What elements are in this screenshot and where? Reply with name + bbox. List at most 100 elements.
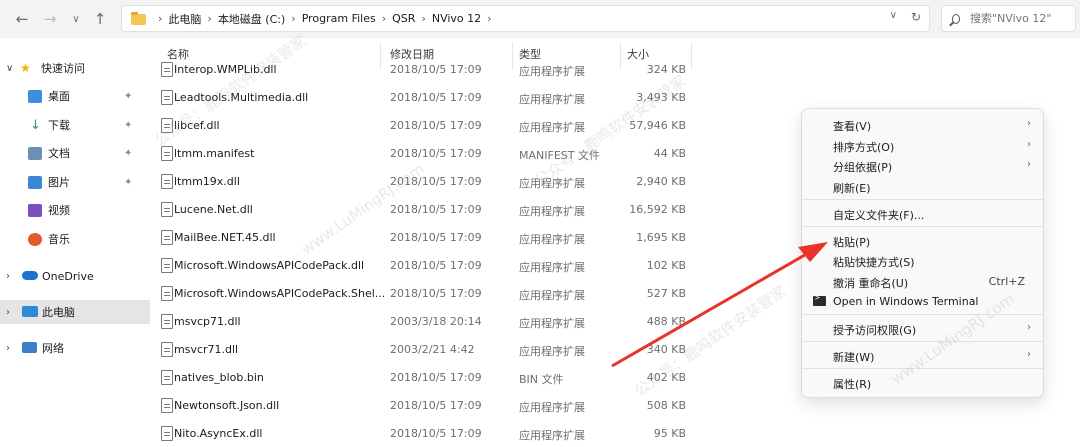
menu-item-label: 属性(R) <box>833 378 872 391</box>
chevron-down-icon[interactable]: ∨ <box>6 63 13 74</box>
file-size: 2,940 KB <box>636 175 686 188</box>
file-row[interactable]: Interop.WMPLib.dll 2018/10/5 17:09 应用程序扩展 3… <box>150 56 750 84</box>
search-box[interactable] <box>941 5 1076 32</box>
file-type: MANIFEST 文件 <box>519 149 600 162</box>
file-row[interactable]: Leadtools.Multimedia.dll 2018/10/5 17:09 应… <box>150 84 750 112</box>
file-row[interactable]: Newtonsoft.Json.dll 2018/10/5 17:09 应用程序扩展… <box>150 392 750 420</box>
file-row[interactable]: libcef.dll 2018/10/5 17:09 应用程序扩展 57,946 KB <box>150 112 750 140</box>
file-type: 应用程序扩展 <box>519 261 585 274</box>
file-type: 应用程序扩展 <box>519 121 585 134</box>
file-size: 488 KB <box>646 315 686 328</box>
address-dropdown-icon[interactable]: ∨ <box>890 10 897 24</box>
sidebar-item-quick-access[interactable]: ∨ ★ 快速访问 <box>0 56 150 80</box>
menu-item-label: 粘贴快捷方式(S) <box>833 256 915 269</box>
file-row[interactable]: msvcp71.dll 2003/3/18 20:14 应用程序扩展 488 KB <box>150 308 750 336</box>
menu-item-properties[interactable]: 属性(R) <box>806 372 1039 393</box>
file-row[interactable]: Microsoft.WindowsAPICodePack.dll 2018/10/… <box>150 252 750 280</box>
file-row[interactable]: natives_blob.bin 2018/10/5 17:09 BIN 文件 402… <box>150 364 750 392</box>
sidebar-item-pictures[interactable]: 图片 ✦ <box>0 170 150 194</box>
menu-item-paste-shortcut[interactable]: 粘贴快捷方式(S) <box>806 250 1039 271</box>
sidebar-item-label: 下载 <box>48 119 70 132</box>
sidebar-item-downloads[interactable]: ↓ 下载 ✦ <box>0 113 150 137</box>
file-icon <box>161 342 173 357</box>
file-icon <box>161 258 173 273</box>
file-date: 2018/10/5 17:09 <box>390 259 482 272</box>
breadcrumb-separator-icon[interactable]: › <box>291 12 295 25</box>
sidebar-item-onedrive[interactable]: › OneDrive <box>0 264 150 288</box>
search-input[interactable] <box>970 12 1075 25</box>
sidebar-item-music[interactable]: 音乐 <box>0 227 150 251</box>
menu-item-view[interactable]: 查看(V) › <box>806 114 1039 135</box>
sidebar-item-desktop[interactable]: 桌面 ✦ <box>0 84 150 108</box>
file-size: 3,493 KB <box>636 91 686 104</box>
file-row[interactable]: MailBee.NET.45.dll 2018/10/5 17:09 应用程序扩展 1… <box>150 224 750 252</box>
file-type: BIN 文件 <box>519 373 564 386</box>
menu-item-label: 排序方式(O) <box>833 141 895 154</box>
breadcrumb-item[interactable]: 此电脑 <box>168 11 201 27</box>
forward-button[interactable]: → <box>40 9 60 29</box>
file-size: 324 KB <box>646 63 686 76</box>
file-row[interactable]: ltmm.manifest 2018/10/5 17:09 MANIFEST 文件 4… <box>150 140 750 168</box>
address-bar[interactable]: › 此电脑 › 本地磁盘 (C:) › Program Files › QSR › NVivo 1… <box>121 5 930 32</box>
file-date: 2018/10/5 17:09 <box>390 175 482 188</box>
sidebar-item-network[interactable]: › 网络 <box>0 336 150 360</box>
file-row[interactable]: Nito.AsyncEx.dll 2018/10/5 17:09 应用程序扩展 95 … <box>150 420 750 447</box>
file-icon <box>161 90 173 105</box>
breadcrumb-item[interactable]: QSR <box>392 12 415 25</box>
sidebar-item-label: 图片 <box>48 176 70 189</box>
menu-item-label: 粘贴(P) <box>833 236 871 249</box>
breadcrumb-item[interactable]: Program Files <box>302 12 376 25</box>
file-name: Interop.WMPLib.dll <box>174 63 277 76</box>
file-name: Microsoft.WindowsAPICodePack.dll <box>174 259 365 272</box>
file-row[interactable]: ltmm19x.dll 2018/10/5 17:09 应用程序扩展 2,940 KB <box>150 168 750 196</box>
sidebar-item-videos[interactable]: 视频 <box>0 198 150 222</box>
address-toolbar: ← → ∨ ↑ › 此电脑 › 本地磁盘 (C:) › Program Files › QSR… <box>0 0 1080 38</box>
menu-item-new[interactable]: 新建(W) › <box>806 345 1039 366</box>
breadcrumb-separator-icon[interactable]: › <box>382 12 386 25</box>
file-date: 2018/10/5 17:09 <box>390 147 482 160</box>
file-date: 2018/10/5 17:09 <box>390 371 482 384</box>
star-icon: ★ <box>20 61 31 75</box>
menu-item-paste[interactable]: 粘贴(P) <box>806 230 1039 251</box>
file-row[interactable]: Microsoft.WindowsAPICodePack.Shel... 2018… <box>150 280 750 308</box>
breadcrumb-separator-icon[interactable]: › <box>421 12 425 25</box>
menu-item-label: 新建(W) <box>833 351 875 364</box>
menu-item-sort-by[interactable]: 排序方式(O) › <box>806 135 1039 156</box>
menu-item-refresh[interactable]: 刷新(E) <box>806 176 1039 197</box>
breadcrumb-item[interactable]: NVivo 12 <box>432 12 481 25</box>
breadcrumb-separator-icon[interactable]: › <box>487 12 491 25</box>
breadcrumb-separator-icon[interactable]: › <box>158 12 162 25</box>
file-type: 应用程序扩展 <box>519 401 585 414</box>
chevron-down-icon: ∨ <box>72 13 80 25</box>
pin-icon: ✦ <box>124 176 133 188</box>
menu-item-label: 撤消 重命名(U) <box>833 277 909 290</box>
chevron-right-icon: › <box>1027 118 1031 129</box>
menu-item-label: 分组依据(P) <box>833 161 893 174</box>
chevron-right-icon[interactable]: › <box>6 307 10 318</box>
menu-item-open-terminal[interactable]: Open in Windows Terminal <box>806 291 1039 312</box>
file-size: 402 KB <box>646 371 686 384</box>
menu-item-group-by[interactable]: 分组依据(P) › <box>806 155 1039 176</box>
recent-locations-button[interactable]: ∨ <box>66 9 86 29</box>
breadcrumb-separator-icon[interactable]: › <box>207 12 211 25</box>
up-button[interactable]: ↑ <box>90 9 110 29</box>
menu-item-give-access[interactable]: 授予访问权限(G) › <box>806 318 1039 339</box>
file-row[interactable]: msvcr71.dll 2003/2/21 4:42 应用程序扩展 340 KB <box>150 336 750 364</box>
back-button[interactable]: ← <box>12 9 32 29</box>
menu-separator <box>802 368 1043 369</box>
chevron-right-icon[interactable]: › <box>6 271 10 282</box>
file-type: 应用程序扩展 <box>519 93 585 106</box>
chevron-right-icon[interactable]: › <box>6 343 10 354</box>
navigation-pane: ∨ ★ 快速访问 桌面 ✦ ↓ 下载 ✦ 文档 ✦ 图片 ✦ 视频 音乐 › O… <box>0 38 150 447</box>
sidebar-item-label: 网络 <box>42 342 64 355</box>
menu-item-customize-folder[interactable]: 自定义文件夹(F)... <box>806 203 1039 224</box>
menu-item-undo-rename[interactable]: 撤消 重命名(U) Ctrl+Z <box>806 271 1039 292</box>
sidebar-item-documents[interactable]: 文档 ✦ <box>0 141 150 165</box>
file-row[interactable]: Lucene.Net.dll 2018/10/5 17:09 应用程序扩展 16,59… <box>150 196 750 224</box>
pictures-icon <box>28 176 42 189</box>
sidebar-item-this-pc[interactable]: › 此电脑 <box>0 300 150 324</box>
sidebar-item-label: 桌面 <box>48 90 70 103</box>
breadcrumb-item[interactable]: 本地磁盘 (C:) <box>218 11 285 27</box>
file-name: natives_blob.bin <box>174 371 264 384</box>
refresh-icon[interactable]: ↻ <box>911 10 921 24</box>
